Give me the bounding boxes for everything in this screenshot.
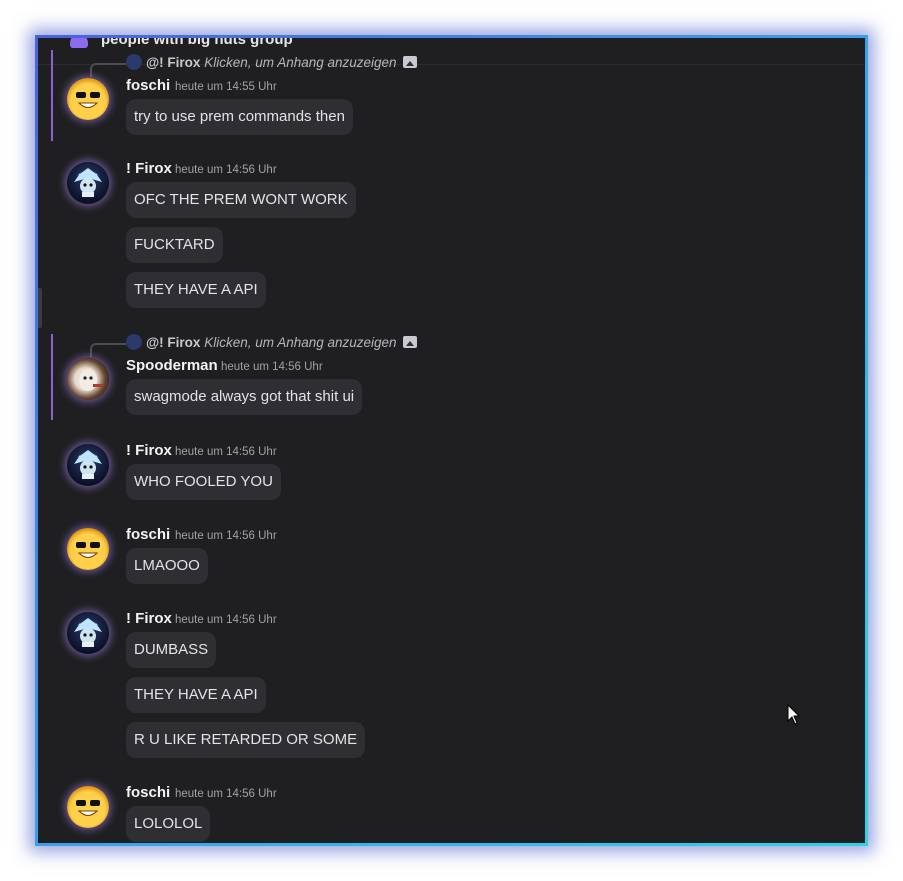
avatar[interactable] [67, 528, 109, 570]
message-bubble: WHO FOOLED YOU [126, 464, 281, 500]
avatar[interactable] [67, 444, 109, 486]
reply-hint: Klicken, um Anhang anzuzeigen [204, 55, 397, 70]
foschi-avatar-icon [76, 542, 100, 558]
firox-avatar-icon [74, 168, 102, 197]
mouse-cursor-icon [787, 704, 801, 725]
message-author[interactable]: ! Firox [126, 160, 172, 177]
message-timestamp: heute um 14:56 Uhr [175, 530, 277, 542]
message-bubble: LMAOOO [126, 548, 208, 584]
firox-avatar-icon [74, 618, 102, 647]
reply-mention[interactable]: @! Firox [146, 55, 200, 70]
message-author[interactable]: ! Firox [126, 610, 172, 627]
message-author[interactable]: foschi [126, 526, 170, 543]
foschi-avatar-icon [76, 92, 100, 108]
avatar[interactable] [67, 78, 109, 120]
message-bubble: THEY HAVE A API [126, 677, 266, 713]
reply-preview[interactable]: @! Firox Klicken, um Anhang anzuzeigen [126, 54, 417, 72]
message-author[interactable]: ! Firox [126, 442, 172, 459]
avatar[interactable] [67, 786, 109, 828]
message-group: ! Firox heute um 14:56 Uhr DUMBASS THEY … [38, 610, 865, 770]
message-bubble: OFC THE PREM WONT WORK [126, 182, 356, 218]
image-icon [402, 56, 417, 68]
reply-connector [90, 63, 126, 77]
reply-hint: Klicken, um Anhang anzuzeigen [204, 335, 397, 350]
firox-avatar-icon [74, 450, 102, 479]
message-group: foschi heute um 14:56 Uhr LOLOLOL [38, 784, 865, 843]
reply-avatar [126, 334, 142, 350]
message-bubble: THEY HAVE A API [126, 272, 266, 308]
message-bubble: try to use prem commands then [126, 99, 353, 135]
message-group: ! Firox heute um 14:56 Uhr OFC THE PREM … [38, 158, 865, 318]
message-group: @! Firox Klicken, um Anhang anzuzeigen f… [38, 50, 865, 141]
message-timestamp: heute um 14:56 Uhr [221, 361, 323, 373]
message-timestamp: heute um 14:56 Uhr [175, 164, 277, 176]
message-timestamp: heute um 14:56 Uhr [175, 446, 277, 458]
message-bubble: swagmode always got that shit ui [126, 379, 363, 415]
message-author[interactable]: Spooderman [126, 357, 218, 374]
reply-connector [90, 343, 126, 357]
message-list: @! Firox Klicken, um Anhang anzuzeigen f… [38, 38, 865, 843]
message-bubble: R U LIKE RETARDED OR SOME [126, 722, 366, 758]
spooderman-avatar-icon [79, 369, 103, 391]
reply-avatar [126, 54, 142, 70]
message-group: @! Firox Klicken, um Anhang anzuzeigen S… [38, 334, 865, 420]
message-bubble: FUCKTARD [126, 227, 223, 263]
message-bubble: DUMBASS [126, 632, 217, 668]
message-timestamp: heute um 14:55 Uhr [175, 81, 277, 93]
message-group: foschi heute um 14:56 Uhr LMAOOO [38, 526, 865, 594]
message-timestamp: heute um 14:56 Uhr [175, 788, 277, 800]
message-author[interactable]: foschi [126, 784, 170, 801]
message-timestamp: heute um 14:56 Uhr [175, 614, 277, 626]
avatar[interactable] [67, 612, 109, 654]
message-bubble: LOLOLOL [126, 806, 211, 842]
avatar[interactable] [67, 162, 109, 204]
avatar[interactable] [67, 358, 109, 400]
image-icon [402, 336, 417, 348]
discord-window: people with big nuts group @! Firox Klic… [35, 35, 868, 846]
reply-mention[interactable]: @! Firox [146, 335, 200, 350]
foschi-avatar-icon [76, 800, 100, 816]
reply-preview[interactable]: @! Firox Klicken, um Anhang anzuzeigen [126, 334, 417, 352]
message-author[interactable]: foschi [126, 77, 170, 94]
message-group: ! Firox heute um 14:56 Uhr WHO FOOLED YO… [38, 442, 865, 510]
